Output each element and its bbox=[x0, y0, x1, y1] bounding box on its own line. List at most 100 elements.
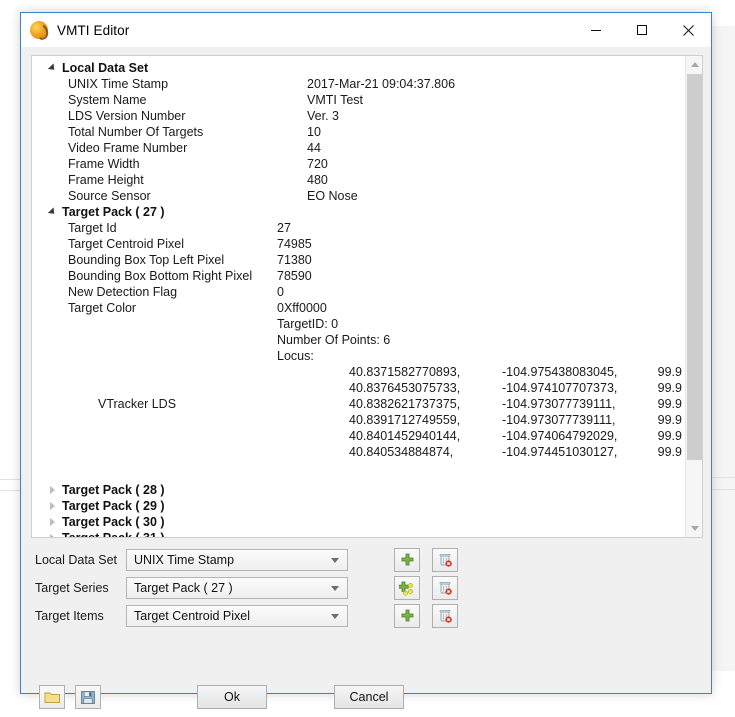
tree-row-value: 78590 bbox=[277, 269, 312, 283]
locus-longitude: -104.973077739111, bbox=[502, 397, 616, 411]
tree-row[interactable]: Frame Width 720 bbox=[32, 156, 685, 172]
save-file-button[interactable] bbox=[75, 685, 101, 709]
green-plus-icon bbox=[401, 609, 413, 621]
metadata-tree-panel: Local Data Set UNIX Time Stamp 2017-Mar-… bbox=[31, 55, 703, 538]
tree-row-value: 720 bbox=[307, 157, 328, 171]
locus-latitude: 40.8382621737375, bbox=[349, 397, 461, 411]
minimize-icon[interactable] bbox=[573, 13, 619, 47]
dropdown-value: Target Centroid Pixel bbox=[134, 609, 251, 623]
tree-row-value: 10 bbox=[307, 125, 321, 139]
trash-delete-icon bbox=[439, 554, 452, 567]
tree-row-key: Target Id bbox=[68, 221, 117, 235]
expand-triangle-open-icon[interactable] bbox=[47, 207, 58, 217]
vtracker-locus-label-row: Locus: bbox=[32, 348, 685, 364]
selector-label: Target Items bbox=[35, 609, 104, 623]
window-controls bbox=[573, 13, 711, 47]
tree-row-value: 2017-Mar-21 09:04:37.806 bbox=[307, 77, 456, 91]
expand-triangle-closed-icon[interactable] bbox=[50, 518, 55, 526]
tree-group-target-pack-27[interactable]: Target Pack ( 27 ) bbox=[32, 204, 685, 220]
close-icon[interactable] bbox=[665, 13, 711, 47]
delete-target-item-button[interactable] bbox=[432, 604, 458, 628]
delete-local-data-set-button[interactable] bbox=[432, 548, 458, 572]
tree-row-value: 44 bbox=[307, 141, 321, 155]
expand-triangle-closed-icon[interactable] bbox=[50, 502, 55, 510]
tree-row[interactable]: Target Centroid Pixel 74985 bbox=[32, 236, 685, 252]
tree-row-value: 0Xff0000 bbox=[277, 301, 327, 315]
vtracker-number-of-points: Number Of Points: 6 bbox=[277, 333, 391, 347]
cancel-button-label: Cancel bbox=[349, 690, 389, 704]
add-target-series-button[interactable] bbox=[394, 576, 420, 600]
tree-group-label: Target Pack ( 28 ) bbox=[62, 483, 165, 497]
scroll-down-icon[interactable] bbox=[686, 520, 702, 537]
tree-row[interactable]: LDS Version Number Ver. 3 bbox=[32, 108, 685, 124]
tree-row-key: UNIX Time Stamp bbox=[68, 77, 169, 91]
tree-row-value: EO Nose bbox=[307, 189, 358, 203]
tree-row-key: Bounding Box Bottom Right Pixel bbox=[68, 269, 253, 283]
locus-latitude: 40.8376453075733, bbox=[349, 381, 461, 395]
metadata-tree[interactable]: Local Data Set UNIX Time Stamp 2017-Mar-… bbox=[32, 56, 685, 537]
locus-point-row: 40.8376453075733, -104.974107707373, 99.… bbox=[32, 380, 685, 396]
locus-point-row: 40.8401452940144, -104.974064792029, 99.… bbox=[32, 428, 685, 444]
expand-triangle-closed-icon[interactable] bbox=[50, 486, 55, 494]
expand-triangle-open-icon[interactable] bbox=[47, 63, 58, 73]
tree-row[interactable]: Source Sensor EO Nose bbox=[32, 188, 685, 204]
selector-row-target-items: Target Items Target Centroid Pixel bbox=[31, 602, 703, 630]
locus-point-row: 40.8371582770893, -104.975438083045, 99.… bbox=[32, 364, 685, 380]
target-items-dropdown[interactable]: Target Centroid Pixel bbox=[126, 605, 348, 627]
tree-row[interactable]: System Name VMTI Test bbox=[32, 92, 685, 108]
tree-row-value: VMTI Test bbox=[307, 93, 364, 107]
local-data-set-dropdown[interactable]: UNIX Time Stamp bbox=[126, 549, 348, 571]
tree-group-target-pack-29[interactable]: Target Pack ( 29 ) bbox=[32, 498, 685, 514]
tree-group-target-pack-30[interactable]: Target Pack ( 30 ) bbox=[32, 514, 685, 530]
tree-group-target-pack-28[interactable]: Target Pack ( 28 ) bbox=[32, 482, 685, 498]
add-local-data-set-button[interactable] bbox=[394, 548, 420, 572]
tree-row[interactable]: Video Frame Number 44 bbox=[32, 140, 685, 156]
maximize-icon[interactable] bbox=[619, 13, 665, 47]
vmti-app-icon bbox=[30, 21, 48, 39]
tree-row[interactable]: Target Id 27 bbox=[32, 220, 685, 236]
locus-latitude: 40.840534884874, bbox=[349, 445, 454, 459]
tree-row[interactable]: New Detection Flag 0 bbox=[32, 284, 685, 300]
tree-group-label: Local Data Set bbox=[62, 61, 149, 75]
delete-target-series-button[interactable] bbox=[432, 576, 458, 600]
tree-row-key: Video Frame Number bbox=[68, 141, 188, 155]
tree-row[interactable]: Frame Height 480 bbox=[32, 172, 685, 188]
open-file-button[interactable] bbox=[39, 685, 65, 709]
locus-altitude: 99.9 bbox=[657, 445, 682, 459]
vtracker-lds-label: VTracker LDS bbox=[98, 397, 177, 411]
cancel-button[interactable]: Cancel bbox=[334, 685, 404, 709]
expand-triangle-closed-icon[interactable] bbox=[50, 534, 55, 537]
tree-row-key: Source Sensor bbox=[68, 189, 151, 203]
chevron-down-icon[interactable] bbox=[331, 558, 339, 563]
tree-group-target-pack-31[interactable]: Target Pack ( 31 ) bbox=[32, 530, 685, 537]
folder-open-icon bbox=[44, 692, 60, 703]
tree-row[interactable]: Bounding Box Bottom Right Pixel 78590 bbox=[32, 268, 685, 284]
locus-altitude: 99.9 bbox=[657, 413, 682, 427]
locus-altitude: 99.9 bbox=[657, 381, 682, 395]
chevron-down-icon[interactable] bbox=[331, 614, 339, 619]
background-divider-left-top bbox=[0, 479, 22, 480]
tree-row-value: 74985 bbox=[277, 237, 312, 251]
tree-row[interactable]: Target Color 0Xff0000 bbox=[32, 300, 685, 316]
vtracker-number-of-points-row: Number Of Points: 6 bbox=[32, 332, 685, 348]
locus-point-row: 40.8391712749559, -104.973077739111, 99.… bbox=[32, 412, 685, 428]
vtracker-target-id-row: TargetID: 0 bbox=[32, 316, 685, 332]
tree-group-local-data-set[interactable]: Local Data Set bbox=[32, 60, 685, 76]
add-target-item-button[interactable] bbox=[394, 604, 420, 628]
tree-row-key: Target Centroid Pixel bbox=[68, 237, 185, 251]
scrollbar-thumb[interactable] bbox=[687, 74, 702, 460]
chevron-down-icon[interactable] bbox=[331, 586, 339, 591]
ok-button[interactable]: Ok bbox=[197, 685, 267, 709]
tree-row[interactable]: Total Number Of Targets 10 bbox=[32, 124, 685, 140]
title-bar[interactable]: VMTI Editor bbox=[21, 13, 711, 47]
tree-row[interactable]: UNIX Time Stamp 2017-Mar-21 09:04:37.806 bbox=[32, 76, 685, 92]
tree-vertical-scrollbar[interactable] bbox=[685, 56, 702, 537]
locus-longitude: -104.975438083045, bbox=[502, 365, 618, 379]
dialog-button-bar: Ok Cancel bbox=[31, 677, 703, 717]
scroll-up-icon[interactable] bbox=[686, 56, 702, 73]
tree-row[interactable]: Bounding Box Top Left Pixel 71380 bbox=[32, 252, 685, 268]
locus-longitude: -104.974064792029, bbox=[502, 429, 618, 443]
save-disk-icon bbox=[81, 690, 95, 704]
tree-group-label: Target Pack ( 30 ) bbox=[62, 515, 165, 529]
target-series-dropdown[interactable]: Target Pack ( 27 ) bbox=[126, 577, 348, 599]
